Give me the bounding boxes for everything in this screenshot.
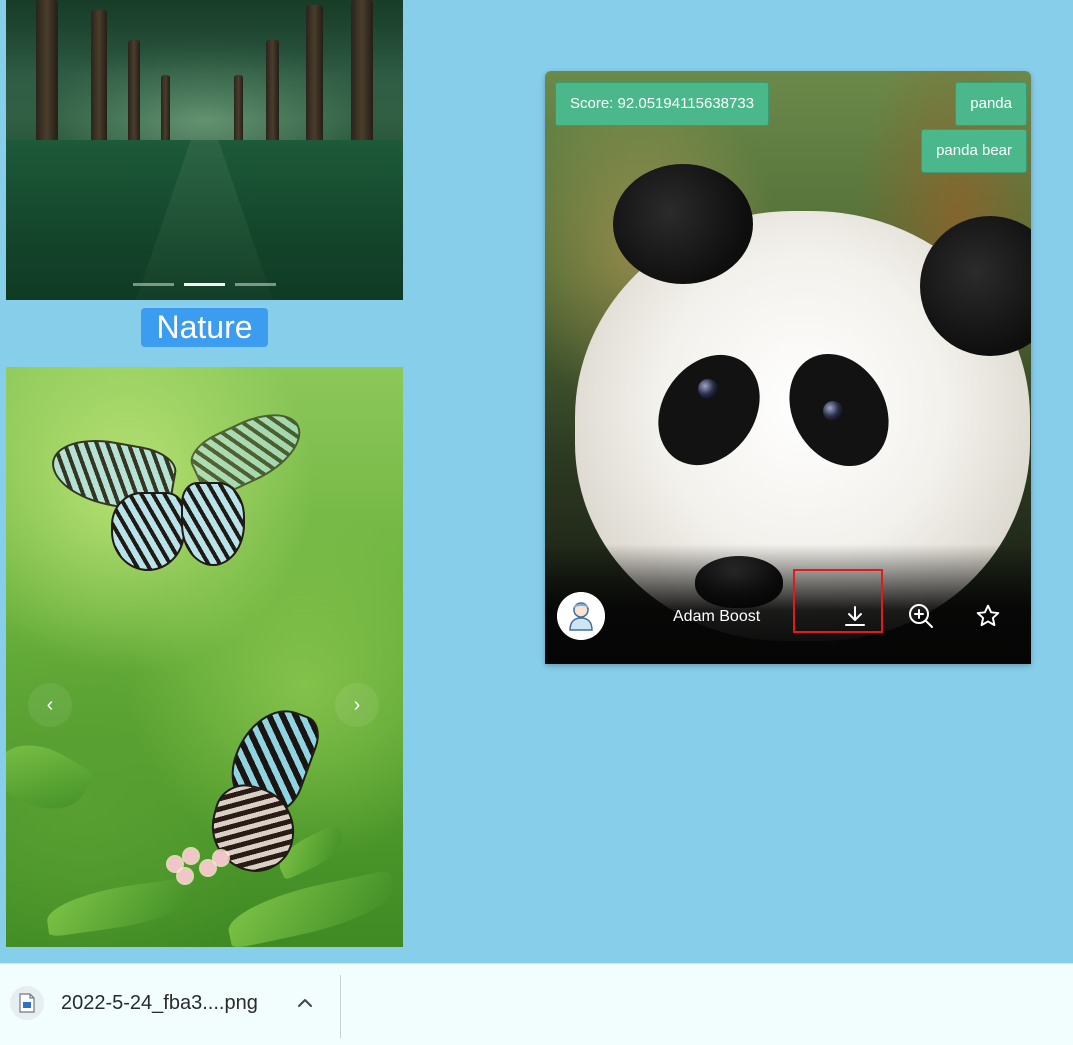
flower [184,849,198,863]
leaf [223,869,399,947]
panda-ear [613,164,753,284]
leaf [43,876,199,938]
carousel-indicator-1[interactable] [133,283,174,286]
flower [214,851,228,865]
panda-eye [698,379,718,399]
zoom-in-icon [909,604,933,628]
carousel-next-button[interactable]: › [335,683,379,727]
star-icon [976,604,1000,627]
carousel-indicators [6,283,403,286]
image-file-icon [10,986,44,1020]
carousel-prev-button[interactable]: ‹ [28,683,72,727]
image-card[interactable]: Score: 92.05194115638733 panda panda bea… [545,71,1031,664]
butterfly-wing [181,482,245,566]
category-label[interactable]: Nature [141,308,268,347]
zoom-in-button[interactable] [901,596,941,636]
avatar[interactable] [557,592,605,640]
download-button[interactable] [835,596,875,636]
category-label-wrap: Nature [6,308,403,347]
butterfly-flying [46,400,313,582]
panda-eye [823,401,843,421]
download-item[interactable]: 2022-5-24_fba3....png [10,986,258,1020]
forest-canopy [6,0,403,120]
carousel-indicator-2[interactable] [184,283,225,286]
score-tag: Score: 92.05194115638733 [555,82,770,126]
tag-panda-bear[interactable]: panda bear [921,129,1027,173]
tag-panda[interactable]: panda [955,82,1027,126]
chevron-right-icon: › [353,694,361,716]
butterfly-carousel[interactable]: ‹ › [6,367,403,947]
butterfly-perched [196,697,326,881]
favorite-button[interactable] [968,596,1008,636]
chevron-left-icon: ‹ [46,694,54,716]
download-icon [845,606,865,626]
card-footer: Adam Boost [545,569,1031,664]
chevron-up-icon[interactable] [292,990,318,1016]
divider [340,975,341,1038]
author-name[interactable]: Adam Boost [673,608,760,626]
butterfly-wing [111,492,185,571]
flower [201,861,215,875]
leaf [6,728,95,826]
carousel-indicator-3[interactable] [235,283,276,286]
flower [178,869,192,883]
download-bar: 2022-5-24_fba3....png [0,963,1073,1045]
nature-carousel[interactable] [6,0,403,300]
download-file-name: 2022-5-24_fba3....png [61,991,258,1014]
flower [168,857,182,871]
